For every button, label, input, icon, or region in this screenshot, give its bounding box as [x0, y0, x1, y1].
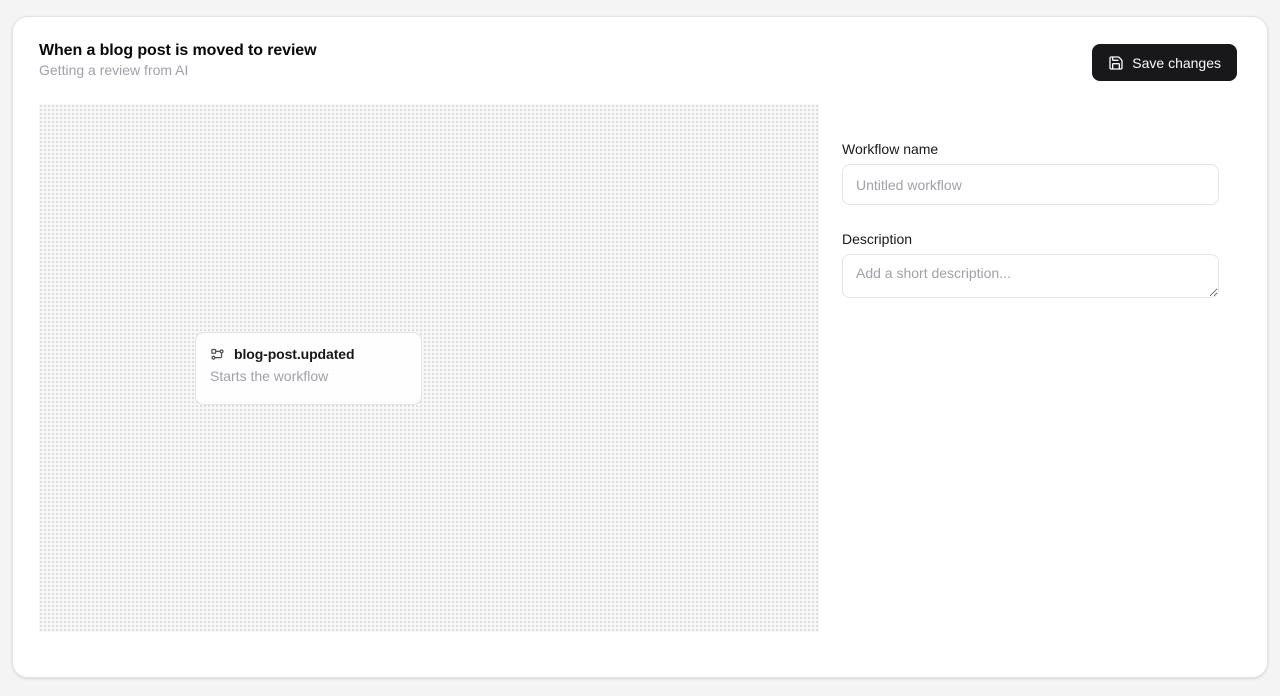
- workflow-editor-card: When a blog post is moved to review Gett…: [12, 16, 1268, 678]
- floppy-disk-save-icon: [1108, 55, 1124, 71]
- workflow-settings-panel: Workflow name Description: [842, 141, 1219, 303]
- trigger-node-subtitle: Starts the workflow: [210, 368, 407, 384]
- save-changes-label: Save changes: [1132, 55, 1221, 71]
- trigger-node-blog-post-updated[interactable]: blog-post.updated Starts the workflow: [195, 332, 422, 405]
- description-label: Description: [842, 231, 1219, 247]
- trigger-node-title: blog-post.updated: [234, 346, 354, 362]
- workflow-canvas[interactable]: blog-post.updated Starts the workflow: [39, 104, 819, 632]
- save-changes-button[interactable]: Save changes: [1092, 44, 1237, 81]
- page-subtitle: Getting a review from AI: [39, 62, 188, 78]
- description-textarea[interactable]: [842, 254, 1219, 298]
- workflow-icon: [210, 347, 225, 362]
- workflow-name-label: Workflow name: [842, 141, 1219, 157]
- workflow-name-input[interactable]: [842, 164, 1219, 205]
- page-title: When a blog post is moved to review: [39, 42, 316, 60]
